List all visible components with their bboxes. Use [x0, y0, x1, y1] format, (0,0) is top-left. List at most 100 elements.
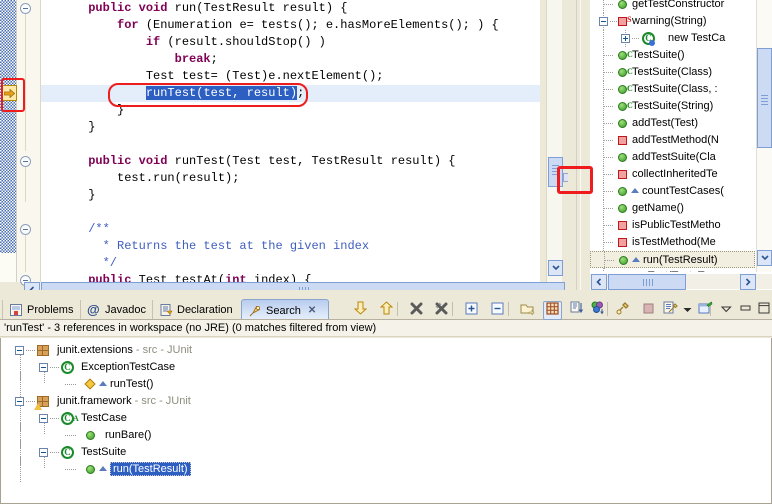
- outline-item-counttestcases-[interactable]: countTestCases(: [590, 183, 755, 200]
- code-line[interactable]: [41, 136, 45, 153]
- search-result-row[interactable]: junit.extensions - src - JUnit: [1, 342, 771, 359]
- outline-horizontal-scrollbar[interactable]: [590, 274, 772, 290]
- code-line[interactable]: * Returns the test at the given index: [41, 238, 369, 255]
- tab-declaration[interactable]: Declaration: [152, 300, 254, 320]
- previous-search-button[interactable]: [519, 301, 536, 318]
- fold-toggle-run[interactable]: [20, 3, 31, 14]
- run-search-button[interactable]: [615, 301, 632, 318]
- editor-text-area[interactable]: public void run(TestResult result) { for…: [41, 0, 540, 282]
- code-line[interactable]: [41, 204, 45, 221]
- code-line[interactable]: /**: [41, 221, 110, 238]
- view-menu-button[interactable]: [718, 301, 735, 318]
- outline-item-runtest-test-te-[interactable]: runTest(Test, Te:: [590, 268, 755, 272]
- result-expander[interactable]: [39, 363, 48, 372]
- remove-selected-matches-button[interactable]: [408, 301, 425, 318]
- code-line[interactable]: */: [41, 255, 117, 272]
- outline-item-warning-string-[interactable]: Swarning(String): [590, 13, 755, 30]
- outline-vscroll-down-button[interactable]: [757, 250, 772, 266]
- outline-vertical-scrollbar[interactable]: [756, 0, 772, 272]
- result-expander[interactable]: [39, 414, 48, 423]
- toolbar-separator: [397, 302, 398, 316]
- outline-expander[interactable]: [599, 17, 608, 26]
- search-result-row[interactable]: C A TestCase: [1, 406, 771, 431]
- outline-hscroll-right-button[interactable]: [740, 274, 756, 290]
- outline-item-testsuite-class-[interactable]: C TestSuite(Class, :: [590, 81, 755, 98]
- outline-item-testsuite-string-[interactable]: C TestSuite(String): [590, 98, 755, 115]
- show-previous-match-button[interactable]: [378, 301, 395, 318]
- filters-button[interactable]: [589, 301, 606, 318]
- tree-guide: [604, 208, 614, 209]
- tree-guide: [603, 0, 604, 13]
- code-line[interactable]: public void run(TestResult result) {: [41, 0, 347, 17]
- outline-item-new-testca[interactable]: Cnew TestCa: [590, 30, 755, 47]
- code-line[interactable]: public Test testAt(int index) {: [41, 272, 311, 282]
- group-by-button[interactable]: [543, 301, 562, 320]
- code-line[interactable]: Test test= (Test)e.nextElement();: [41, 68, 384, 85]
- search-result-row[interactable]: runBare(): [1, 423, 771, 448]
- code-line[interactable]: public void runTest(Test test, TestResul…: [41, 153, 455, 170]
- outline-tree[interactable]: getTestConstructor Swarning(String) Cnew T…: [590, 0, 755, 272]
- outline-item-testsuite-[interactable]: C TestSuite(): [590, 47, 755, 64]
- search-result-row[interactable]: runTest(): [1, 372, 771, 397]
- outline-hscroll-thumb[interactable]: [608, 274, 686, 290]
- editor-vertical-scrollbar[interactable]: [546, 0, 563, 282]
- collapse-all-button[interactable]: [489, 301, 506, 318]
- sort-button[interactable]: [568, 301, 585, 318]
- tab-search[interactable]: Search ✕: [241, 299, 329, 321]
- editor-outline-sash[interactable]: [568, 0, 590, 290]
- result-expander[interactable]: [15, 346, 24, 355]
- code-line[interactable]: for (Enumeration e= tests(); e.hasMoreEl…: [41, 17, 499, 34]
- show-next-match-button[interactable]: [352, 301, 369, 318]
- outline-item-collectinheritedte[interactable]: collectInheritedTe: [590, 166, 755, 183]
- outline-item-testsuite-class-[interactable]: C TestSuite(Class): [590, 64, 755, 81]
- outline-expander[interactable]: [621, 34, 630, 43]
- outline-view[interactable]: getTestConstructor Swarning(String) Cnew T…: [590, 0, 772, 290]
- fold-toggle-javadoc[interactable]: [20, 224, 31, 235]
- search-history-button[interactable]: [662, 301, 679, 318]
- search-result-row[interactable]: C TestSuite: [1, 440, 771, 465]
- editor-annotation-ruler[interactable]: [0, 0, 17, 282]
- fold-toggle-runtest[interactable]: [20, 156, 31, 167]
- fold-range-line: [25, 164, 26, 202]
- search-result-row[interactable]: run(TestResult): [1, 457, 771, 482]
- code-line[interactable]: runTest(test, result);: [41, 85, 304, 102]
- outline-item-gettestconstructor[interactable]: getTestConstructor: [590, 0, 755, 13]
- result-expander[interactable]: [15, 397, 24, 406]
- result-suffix: - src - JUnit: [135, 344, 193, 356]
- method-icon: [619, 256, 628, 265]
- outline-item-istestmethod-me[interactable]: isTestMethod(Me: [590, 234, 755, 251]
- expand-all-button[interactable]: [463, 301, 480, 318]
- code-line[interactable]: }: [41, 187, 95, 204]
- code-token: }: [88, 188, 96, 202]
- outline-item-addtest-test-[interactable]: addTest(Test): [590, 115, 755, 132]
- outline-hscroll-left-button[interactable]: [591, 274, 607, 290]
- tree-guide: [44, 372, 45, 384]
- editor-folding-gutter[interactable]: [17, 0, 41, 286]
- search-result-row[interactable]: junit.framework - src - JUnit: [1, 393, 771, 410]
- horizontal-sash[interactable]: [0, 290, 772, 297]
- outline-item-getname-[interactable]: getName(): [590, 200, 755, 217]
- code-line[interactable]: }: [41, 119, 95, 136]
- outline-item-addtestmethod-n[interactable]: addTestMethod(N: [590, 132, 755, 149]
- code-line[interactable]: if (result.shouldStop() ): [41, 34, 326, 51]
- cancel-search-button[interactable]: [640, 301, 657, 318]
- code-line[interactable]: test.run(result);: [41, 170, 239, 187]
- maximize-view-button[interactable]: [755, 301, 772, 318]
- outline-item-ispublictestmetho[interactable]: isPublicTestMetho: [590, 217, 755, 234]
- java-source-editor[interactable]: public void run(TestResult result) { for…: [0, 0, 568, 298]
- outline-item-run-testresult-[interactable]: run(TestResult): [590, 251, 755, 269]
- remove-all-matches-button[interactable]: [433, 301, 450, 318]
- minimize-view-button[interactable]: [737, 301, 754, 318]
- outline-item-addtestsuite-cla[interactable]: addTestSuite(Cla: [590, 149, 755, 166]
- code-line[interactable]: }: [41, 102, 124, 119]
- close-icon[interactable]: ✕: [308, 305, 316, 316]
- editor-vscroll-down-button[interactable]: [548, 260, 563, 276]
- outline-vscroll-thumb[interactable]: [757, 48, 772, 148]
- search-history-dropdown[interactable]: [679, 301, 696, 318]
- search-results-tree[interactable]: junit.extensions - src - JUnit C Exception…: [0, 338, 772, 504]
- code-line[interactable]: break;: [41, 51, 218, 68]
- pin-search-view-button[interactable]: [697, 301, 714, 318]
- search-result-row[interactable]: C ExceptionTestCase: [1, 355, 771, 380]
- result-expander[interactable]: [39, 448, 48, 457]
